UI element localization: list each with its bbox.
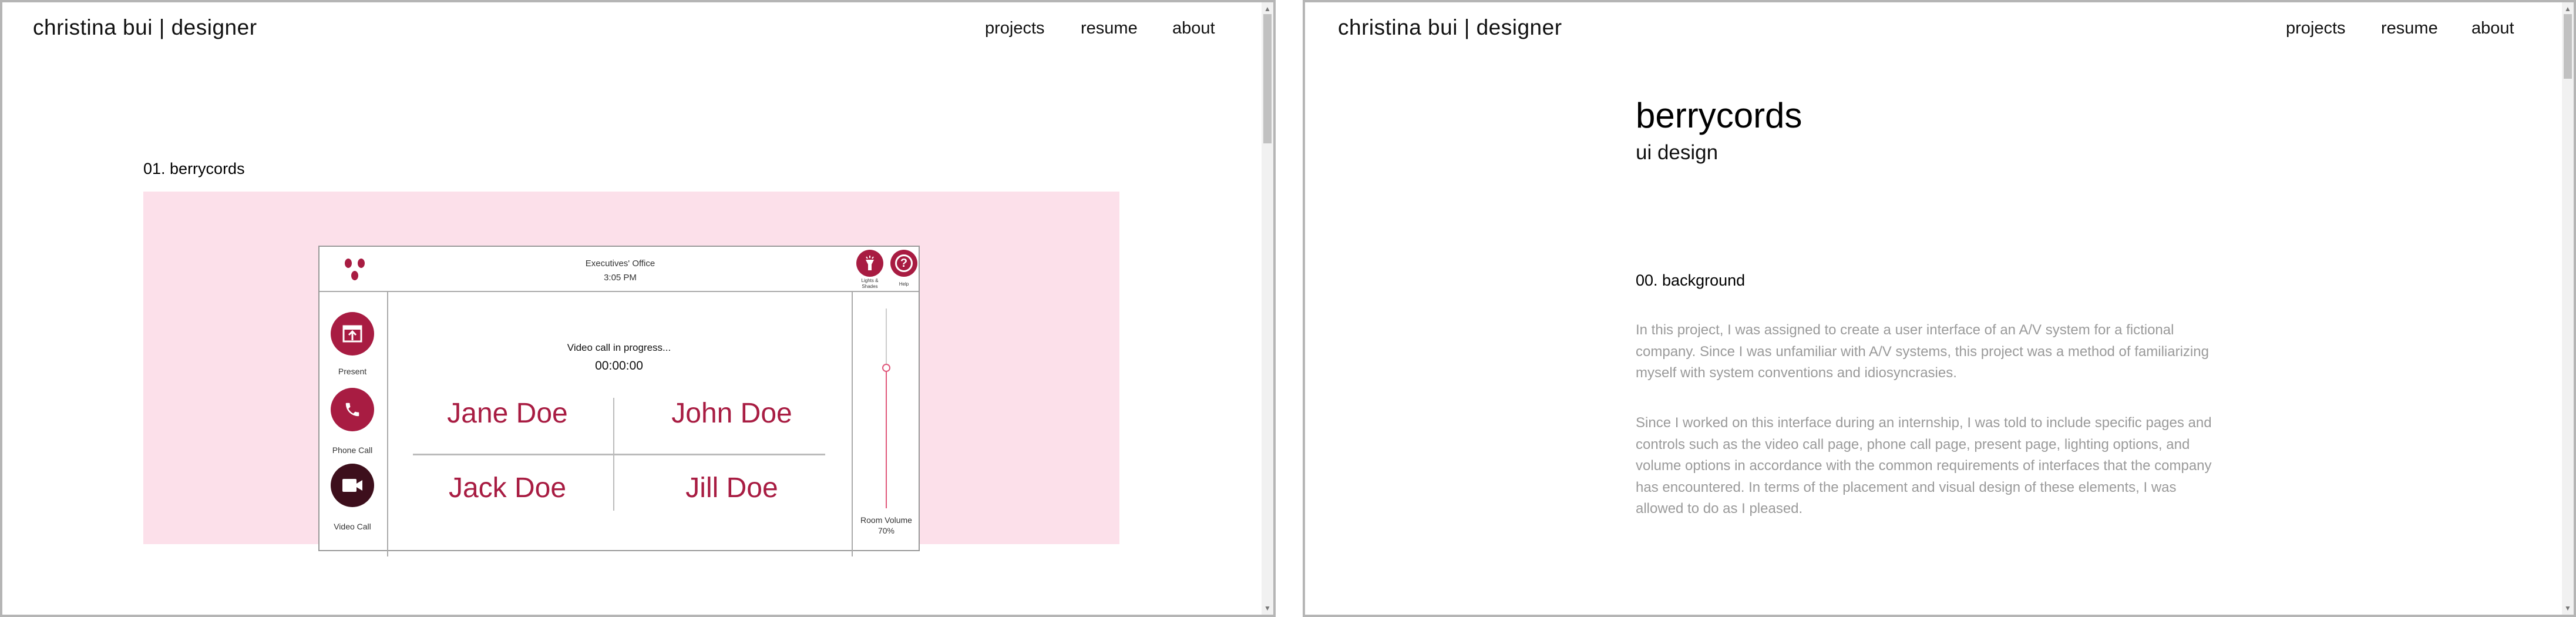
present-icon xyxy=(342,325,362,343)
project-subtitle: ui design xyxy=(1636,141,1719,164)
help-label: Help xyxy=(899,281,909,287)
mockup-header xyxy=(320,247,919,292)
berry-logo-icon xyxy=(345,259,365,280)
room-time: 3:05 PM xyxy=(604,273,637,283)
volume-slider[interactable] xyxy=(880,308,892,508)
av-ui-mockup: Executives' Office 3:05 PM Lights & Shad… xyxy=(318,246,920,556)
phone-call-button[interactable] xyxy=(331,388,374,431)
lights-shades-button[interactable] xyxy=(856,250,883,277)
section-heading: 00. background xyxy=(1636,271,1746,289)
scroll-down-icon[interactable]: ▼ xyxy=(2564,604,2571,612)
scroll-up-icon[interactable]: ▲ xyxy=(2564,5,2571,13)
right-scrollbar[interactable]: ▲ ▼ xyxy=(2562,2,2574,615)
video-call-label: Video Call xyxy=(334,522,371,531)
left-scrollbar[interactable]: ▲ ▼ xyxy=(1262,2,1273,615)
help-icon: ? xyxy=(895,254,913,272)
volume-knob[interactable] xyxy=(882,364,890,372)
volume-fill xyxy=(886,368,887,508)
nav-about[interactable]: about xyxy=(1172,19,1215,38)
room-volume-value: 70% xyxy=(877,526,895,535)
video-call-button[interactable] xyxy=(331,464,374,507)
background-paragraph: In this project, I was assigned to creat… xyxy=(1636,322,2209,381)
participant-tile[interactable]: Jill Doe xyxy=(626,472,838,504)
participant-tile[interactable]: John Doe xyxy=(626,397,838,430)
project-heading: berrycords xyxy=(1636,96,1802,135)
call-status: Video call in progress... xyxy=(567,342,671,353)
background-paragraph: Since I worked on this interface during … xyxy=(1636,415,2212,517)
nav-about[interactable]: about xyxy=(2471,19,2514,38)
site-brand[interactable]: christina bui | designer xyxy=(1338,15,1562,40)
scroll-down-icon[interactable]: ▼ xyxy=(1264,604,1271,612)
scroll-up-icon[interactable]: ▲ xyxy=(1264,5,1271,13)
scrollbar-thumb[interactable] xyxy=(1263,14,1272,143)
present-button[interactable] xyxy=(331,312,374,356)
nav-projects[interactable]: projects xyxy=(2286,19,2346,38)
room-name: Executives' Office xyxy=(585,259,655,269)
nav-resume[interactable]: resume xyxy=(1081,19,1138,38)
right-browser-window: christina bui | designer projects resume… xyxy=(1303,0,2576,617)
phone-call-label: Phone Call xyxy=(332,445,373,455)
video-camera-icon xyxy=(342,479,362,492)
participant-tile[interactable]: Jack Doe xyxy=(402,472,613,504)
flashlight-icon xyxy=(866,256,874,270)
participant-tile[interactable]: Jane Doe xyxy=(402,397,613,430)
help-button[interactable]: ? xyxy=(890,250,917,277)
phone-icon xyxy=(345,403,359,417)
nav-resume[interactable]: resume xyxy=(2381,19,2438,38)
scrollbar-thumb[interactable] xyxy=(2564,14,2572,79)
left-column-divider xyxy=(387,292,388,556)
participant-grid-vline xyxy=(613,398,614,511)
project-title[interactable]: 01. berrycords xyxy=(143,160,245,178)
nav-projects[interactable]: projects xyxy=(985,19,1045,38)
participant-grid-hline xyxy=(413,454,825,455)
project-preview[interactable]: Executives' Office 3:05 PM Lights & Shad… xyxy=(143,192,1119,556)
site-brand[interactable]: christina bui | designer xyxy=(33,15,257,40)
present-label: Present xyxy=(338,367,367,376)
call-timer: 00:00:00 xyxy=(595,359,643,373)
left-browser-window: christina bui | designer projects resume… xyxy=(0,0,1276,617)
room-volume-label: Room Volume xyxy=(860,515,912,525)
